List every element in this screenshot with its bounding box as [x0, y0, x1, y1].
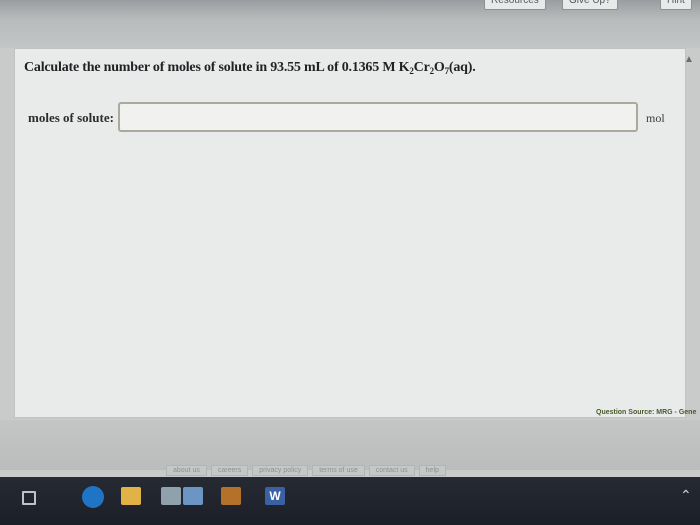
question-text: Calculate the number of moles of solute …: [24, 60, 476, 76]
unit-label: mol: [646, 111, 665, 125]
footer-links: about us careers privacy policy terms of…: [166, 465, 446, 476]
question-suffix: (aq).: [448, 60, 476, 75]
windows-taskbar: [0, 477, 700, 525]
question-text-main: Calculate the number of moles of solute …: [24, 60, 410, 75]
moles-of-solute-label: moles of solute:: [28, 110, 114, 125]
cr-element: Cr: [413, 60, 430, 75]
hint-button[interactable]: Hint: [660, 0, 692, 10]
calendar-icon[interactable]: [221, 487, 241, 505]
store-icon[interactable]: [161, 487, 181, 505]
footer-link-careers[interactable]: careers: [210, 465, 249, 476]
file-explorer-icon[interactable]: [121, 487, 141, 505]
footer-band: [0, 420, 700, 470]
footer-link-terms-of-use[interactable]: terms of use: [312, 465, 365, 476]
footer-link-contact-us[interactable]: contact us: [368, 465, 415, 476]
scroll-up-arrow-icon[interactable]: ▲: [684, 54, 696, 68]
footer-link-privacy-policy[interactable]: privacy policy: [252, 465, 309, 476]
o-element: O: [433, 60, 445, 75]
moles-of-solute-input[interactable]: [118, 102, 638, 132]
tray-chevron-up-icon[interactable]: ⌃: [680, 487, 692, 504]
footer-link-about-us[interactable]: about us: [166, 465, 207, 476]
question-source: Question Source: MRG - Gene: [596, 409, 697, 416]
word-icon[interactable]: W: [265, 487, 285, 505]
give-up-button[interactable]: Give Up?: [562, 0, 618, 10]
footer-link-help[interactable]: help: [418, 465, 446, 476]
edge-browser-icon[interactable]: [82, 486, 104, 508]
top-toolbar: Resources Give Up? Hint: [0, 0, 700, 48]
mail-icon[interactable]: [183, 487, 203, 505]
task-view-icon[interactable]: [22, 491, 36, 505]
resources-button[interactable]: Resources: [484, 0, 546, 10]
